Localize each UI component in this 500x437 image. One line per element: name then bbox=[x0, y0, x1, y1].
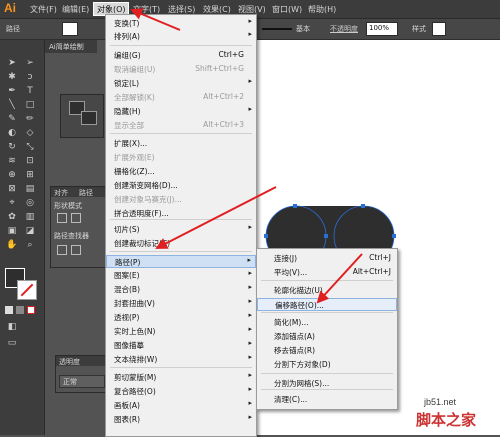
annotation-overlay bbox=[130, 8, 363, 304]
annotation-arrow bbox=[155, 186, 277, 249]
annotation-arrow bbox=[130, 8, 181, 31]
watermark-name: 脚本之家 bbox=[416, 411, 477, 429]
annotation-arrow bbox=[316, 253, 363, 304]
watermark-site: jb51.net bbox=[424, 397, 457, 407]
